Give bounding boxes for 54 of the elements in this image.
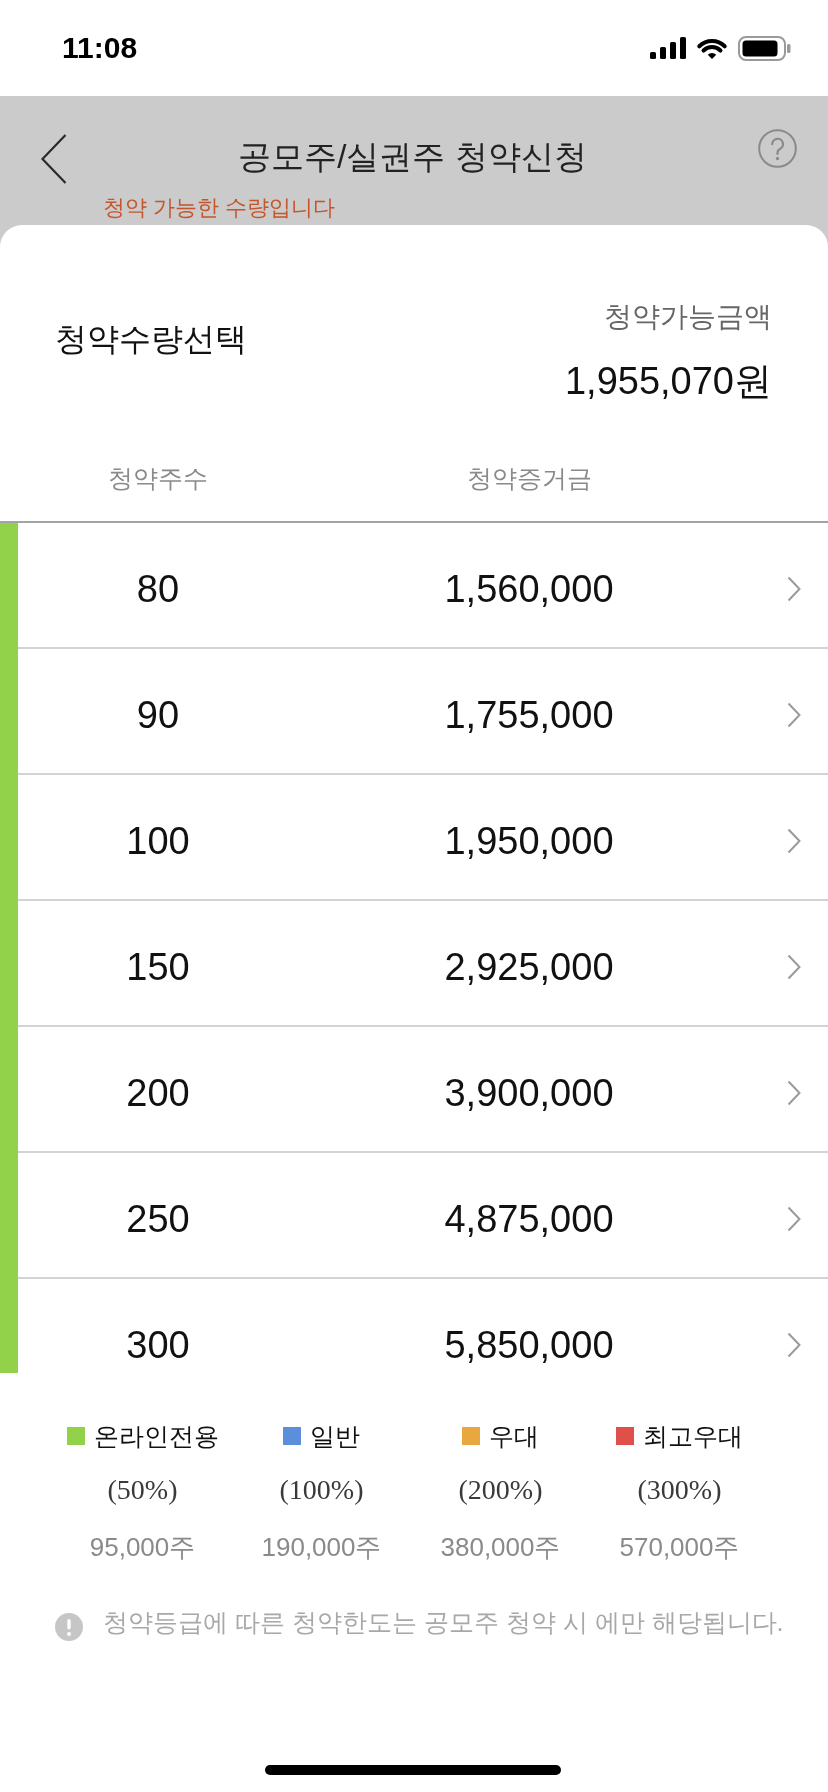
quantity-row[interactable]: 100 1,950,000 [0,775,828,901]
quantity-row[interactable]: 150 2,925,000 [0,901,828,1027]
share-count: 250 [126,1197,190,1241]
wifi-icon [696,36,728,60]
legend-limit: 95,000주 [89,1531,196,1563]
note-text: 청약등급에 따른 청약한도는 공모주 청약 시 에만 해당됩니다. [103,1607,784,1638]
back-button[interactable] [41,134,67,184]
chevron-right-icon [787,1080,801,1106]
legend-rate: (50%) [107,1473,178,1507]
info-icon [55,1613,83,1641]
legend-label: 일반 [310,1421,360,1452]
deposit-amount: 1,755,000 [444,693,614,737]
quantity-row[interactable]: 90 1,755,000 [0,649,828,775]
deposit-amount: 4,875,000 [444,1197,614,1241]
legend-limit: 380,000주 [440,1531,561,1563]
available-amount: 1,955,070원 [564,359,772,404]
legend-rate: (200%) [458,1473,543,1507]
legend-rate: (300%) [637,1473,722,1507]
column-header: 청약주수 [108,463,208,493]
legend-limit: 190,000주 [261,1531,382,1563]
chevron-right-icon [787,828,801,854]
deposit-amount: 1,950,000 [444,819,614,863]
legend-limit: 570,000주 [619,1531,740,1563]
deposit-amount: 1,560,000 [444,567,614,611]
status-time: 11:08 [62,31,138,65]
chevron-right-icon [787,1206,801,1232]
signal-icon [650,37,686,59]
quantity-row[interactable]: 80 1,560,000 [0,523,828,649]
legend-label: 우대 [489,1421,539,1452]
battery-icon [738,35,791,61]
legend-label: 온라인전용 [93,1421,219,1452]
deposit-amount: 3,900,000 [444,1071,614,1115]
available-amount-label: 청약가능금액 [604,300,772,334]
quantity-row[interactable]: 200 3,900,000 [0,1027,828,1153]
share-count: 100 [126,819,190,863]
share-count: 300 [126,1323,190,1367]
chevron-right-icon [787,576,801,602]
quantity-row[interactable]: 250 4,875,000 [0,1153,828,1279]
legend-rate: (100%) [279,1473,364,1507]
share-count: 150 [126,945,190,989]
share-count: 90 [136,693,180,737]
column-header: 청약증거금 [466,463,592,493]
page-title: 공모주/실권주 청약신청 [238,137,587,177]
chevron-right-icon [787,1332,801,1358]
deposit-amount: 2,925,000 [444,945,614,989]
share-count: 200 [126,1071,190,1115]
chevron-left-icon [41,134,67,184]
legend-label: 최고우대 [643,1421,743,1452]
sheet-title: 청약수량선택 [55,321,247,357]
notice-text: 청약 가능한 수량입니다 [103,195,336,221]
share-count: 80 [136,567,180,611]
deposit-amount: 5,850,000 [444,1323,614,1367]
chevron-right-icon [787,702,801,728]
chevron-right-icon [787,954,801,980]
